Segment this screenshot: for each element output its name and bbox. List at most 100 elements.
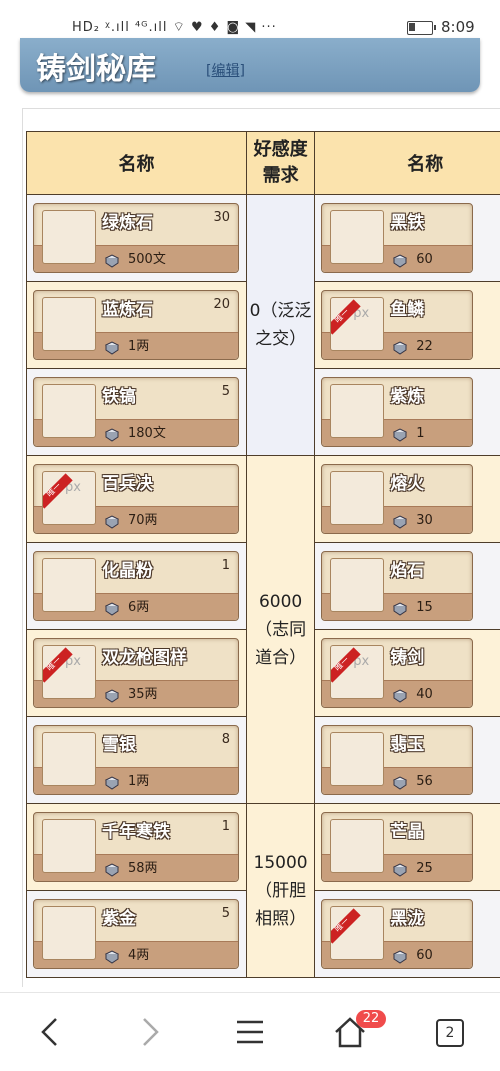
item-name[interactable]: 熔火 <box>390 469 424 494</box>
col-header-name-2: 名称 <box>315 132 500 195</box>
item-name[interactable]: 芒晶 <box>390 817 424 842</box>
item-card[interactable]: 紫金54两 <box>33 899 239 969</box>
item-name[interactable]: 黑铁 <box>390 208 424 233</box>
currency-icon <box>104 427 120 441</box>
back-button[interactable] <box>26 1009 74 1055</box>
item-card[interactable]: 千年寒铁158两 <box>33 812 239 882</box>
item-cell: 绿炼石30500文 <box>27 195 247 282</box>
chevron-right-icon <box>139 1017 161 1047</box>
item-card[interactable]: 紫炼 1 <box>321 377 473 447</box>
item-card[interactable]: 蓝炼石 20 1两 <box>33 290 239 360</box>
item-cell: px唯一鱼鳞22 <box>315 282 500 369</box>
item-image <box>42 819 96 873</box>
item-card[interactable]: 雪银81两 <box>33 725 239 795</box>
col-header-favor: 好感度需求 <box>246 132 314 195</box>
item-name[interactable]: 紫金 <box>102 904 136 929</box>
item-card[interactable]: 化晶粉 1 6两 <box>33 551 239 621</box>
item-price: 15 <box>416 600 433 615</box>
item-image <box>42 732 96 786</box>
item-cell: 紫炼 1 <box>315 369 500 456</box>
currency-icon <box>392 340 408 354</box>
table-row: 千年寒铁158两15000（肝胆相照）芒晶25 <box>27 804 500 891</box>
item-card[interactable]: px唯一鱼鳞22 <box>321 290 473 360</box>
status-icons: HD₂ ᵡ.ıll ⁴ᴳ.ıll ⌔ ♥ ♦ ◙ ◥ ··· <box>72 19 277 35</box>
table-row: 绿炼石30500文0（泛泛之交）黑铁60 <box>27 195 500 282</box>
item-name[interactable]: 化晶粉 <box>102 556 153 581</box>
item-card[interactable]: px唯一双龙枪图样35两 <box>33 638 239 708</box>
item-card[interactable]: px唯一铸剑40 <box>321 638 473 708</box>
item-card[interactable]: 唯一 黑泷 60 <box>321 899 473 969</box>
item-name[interactable]: 紫炼 <box>390 382 424 407</box>
item-price: 60 <box>416 948 433 963</box>
item-name[interactable]: 黑泷 <box>390 904 424 929</box>
item-image <box>42 210 96 264</box>
item-name[interactable]: 绿炼石 <box>102 208 153 233</box>
item-name[interactable]: 鱼鳞 <box>390 295 424 320</box>
currency-icon <box>104 688 120 702</box>
item-cell: 唯一 黑泷 60 <box>315 891 500 978</box>
item-card[interactable]: 绿炼石30500文 <box>33 203 239 273</box>
item-image <box>330 732 384 786</box>
item-price: 1两 <box>128 335 149 354</box>
item-price: 6两 <box>128 596 149 615</box>
item-price: 4两 <box>128 944 149 963</box>
item-image <box>42 906 96 960</box>
item-price: 60 <box>416 252 433 267</box>
chevron-left-icon <box>39 1017 61 1047</box>
menu-icon <box>235 1019 265 1045</box>
favor-requirement: 0（泛泛之交） <box>246 195 314 456</box>
item-image <box>330 471 384 525</box>
item-name[interactable]: 双龙枪图样 <box>102 643 187 668</box>
item-price: 30 <box>416 513 433 528</box>
item-image <box>330 384 384 438</box>
item-name[interactable]: 铁镐 <box>102 382 136 407</box>
item-quantity: 20 <box>213 297 230 312</box>
forward-button[interactable] <box>126 1009 174 1055</box>
item-image: px唯一 <box>42 645 96 699</box>
item-quantity: 1 <box>222 558 230 573</box>
item-card[interactable]: 翡玉 56 <box>321 725 473 795</box>
item-card[interactable]: px唯一百兵决70两 <box>33 464 239 534</box>
notification-badge: 22 <box>356 1010 386 1028</box>
item-card[interactable]: 熔火 30 <box>321 464 473 534</box>
item-image <box>42 558 96 612</box>
item-cell: 熔火 30 <box>315 456 500 543</box>
item-name[interactable]: 百兵决 <box>102 469 153 494</box>
item-name[interactable]: 焰石 <box>390 556 424 581</box>
item-cell: px唯一百兵决70两 <box>27 456 247 543</box>
item-cell: 雪银81两 <box>27 717 247 804</box>
item-card[interactable]: 铁镐5180文 <box>33 377 239 447</box>
item-image: px唯一 <box>330 645 384 699</box>
menu-button[interactable] <box>226 1009 274 1055</box>
item-image <box>42 297 96 351</box>
item-cell: px唯一双龙枪图样35两 <box>27 630 247 717</box>
item-name[interactable]: 翡玉 <box>390 730 424 755</box>
item-image: px唯一 <box>330 297 384 351</box>
item-quantity: 1 <box>222 819 230 834</box>
item-price: 56 <box>416 774 433 789</box>
status-time: 8:09 <box>441 18 475 36</box>
item-price: 1两 <box>128 770 149 789</box>
item-cell: 芒晶 25 <box>315 804 500 891</box>
edit-link[interactable]: 编辑 <box>211 63 239 79</box>
item-card[interactable]: 芒晶 25 <box>321 812 473 882</box>
item-name[interactable]: 铸剑 <box>390 643 424 668</box>
favor-requirement: 15000（肝胆相照） <box>246 804 314 978</box>
table-container: 名称 好感度需求 名称 绿炼石30500文0（泛泛之交）黑铁60蓝炼石201两p… <box>22 108 500 987</box>
currency-icon <box>104 253 120 267</box>
item-card[interactable]: 黑铁 60 <box>321 203 473 273</box>
items-table: 名称 好感度需求 名称 绿炼石30500文0（泛泛之交）黑铁60蓝炼石201两p… <box>26 131 500 978</box>
item-card[interactable]: 焰石 15 <box>321 551 473 621</box>
item-name[interactable]: 雪银 <box>102 730 136 755</box>
item-cell: 化晶粉 1 6两 <box>27 543 247 630</box>
item-cell: 千年寒铁158两 <box>27 804 247 891</box>
item-image: px唯一 <box>42 471 96 525</box>
item-name[interactable]: 蓝炼石 <box>102 295 153 320</box>
item-price: 500文 <box>128 248 166 267</box>
item-price: 25 <box>416 861 433 876</box>
status-bar: HD₂ ᵡ.ıll ⁴ᴳ.ıll ⌔ ♥ ♦ ◙ ◥ ··· 8:09 <box>0 0 500 42</box>
tabs-button[interactable]: 2 <box>436 1019 464 1047</box>
item-price: 1 <box>416 426 424 441</box>
item-name[interactable]: 千年寒铁 <box>102 817 170 842</box>
unique-ribbon: 唯一 <box>330 908 361 943</box>
